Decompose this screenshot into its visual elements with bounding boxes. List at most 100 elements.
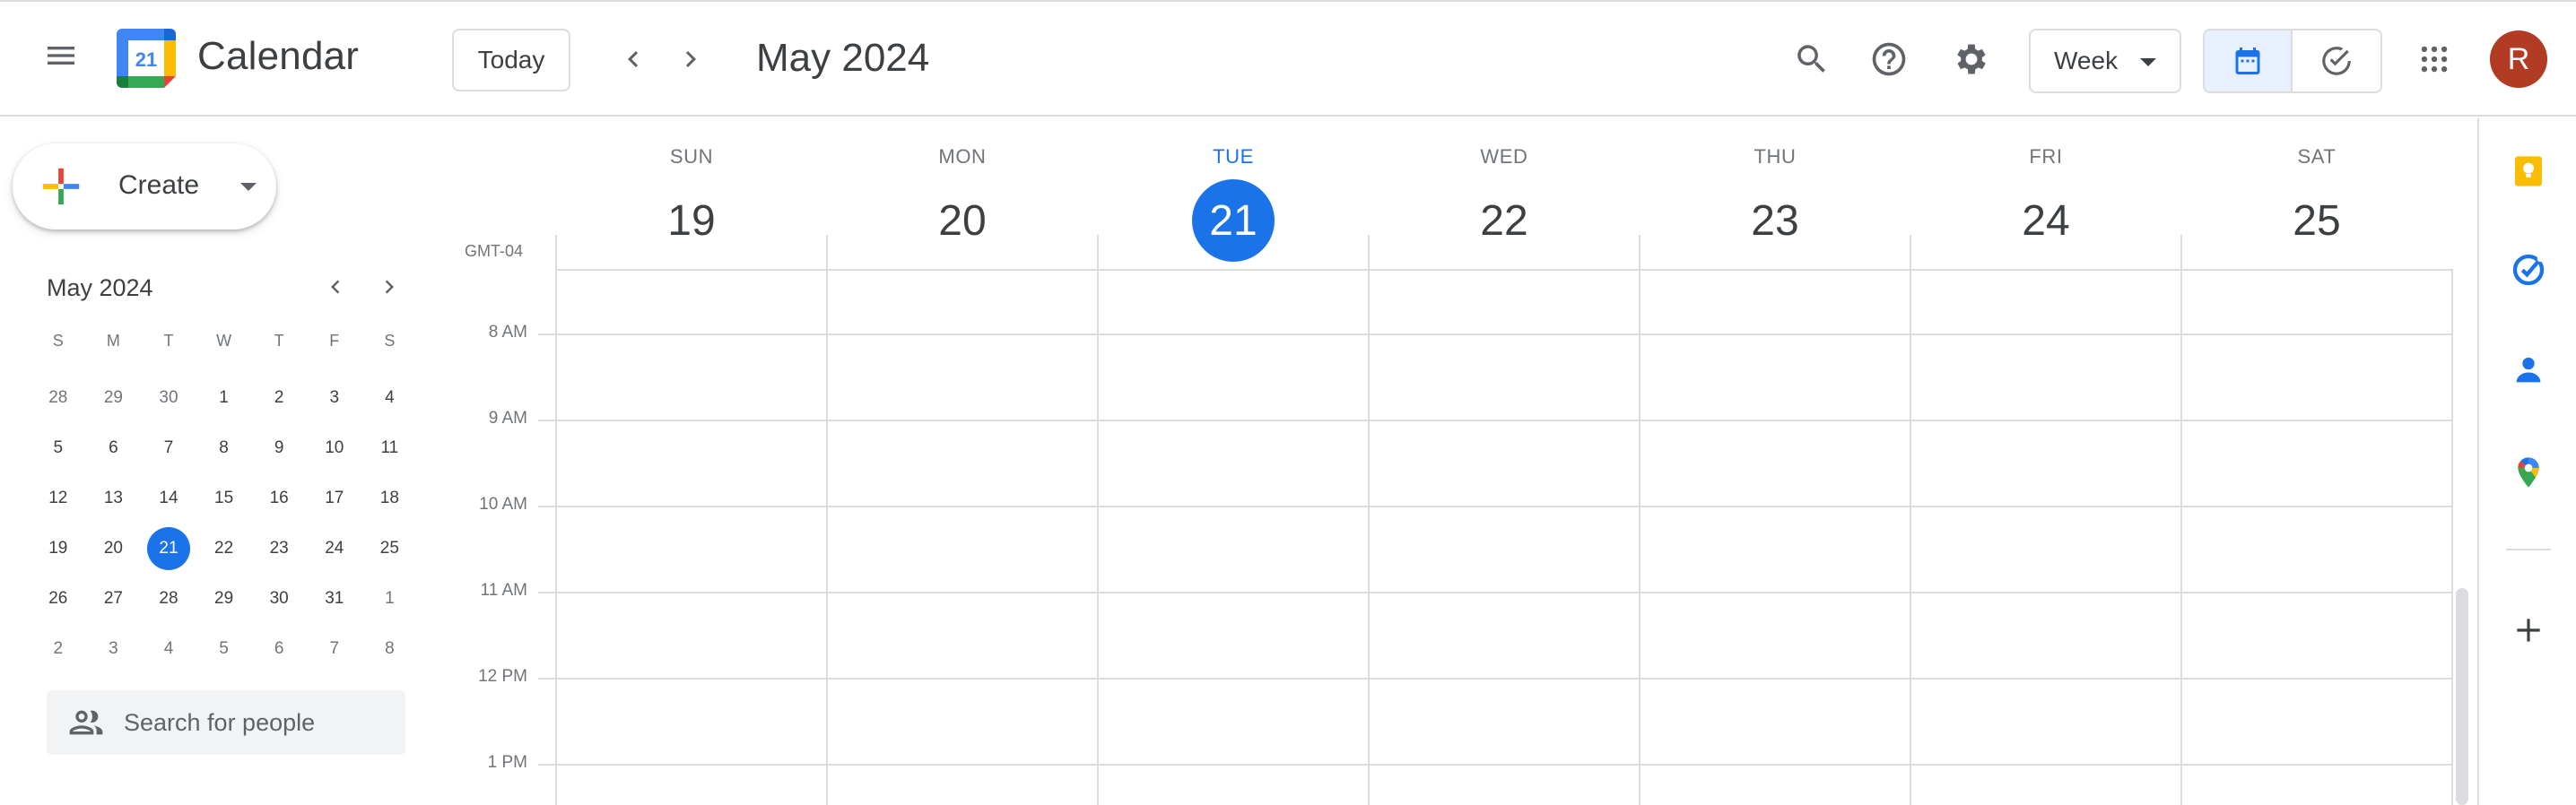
mini-calendar-day[interactable]: 28 xyxy=(141,574,196,624)
mini-calendar-day[interactable]: 1 xyxy=(362,574,418,624)
hour-label: 10 AM xyxy=(479,495,527,514)
hour-gridline xyxy=(538,506,2452,507)
mini-calendar-day[interactable]: 27 xyxy=(86,574,142,624)
mini-calendar-prev-button[interactable] xyxy=(316,267,355,307)
mini-calendar-day[interactable]: 20 xyxy=(86,524,142,574)
mini-calendar-day[interactable]: 14 xyxy=(141,473,196,524)
maps-icon-graphic xyxy=(2518,457,2539,488)
mini-calendar-day[interactable]: 31 xyxy=(307,574,362,624)
mini-calendar-day[interactable]: 12 xyxy=(30,473,86,524)
mini-calendar-day[interactable]: 8 xyxy=(196,423,252,473)
mini-calendar-day[interactable]: 5 xyxy=(196,624,252,674)
chevron-left-icon xyxy=(628,51,639,67)
day-column-divider xyxy=(1097,235,1099,805)
add-addon-icon[interactable] xyxy=(2506,608,2551,653)
mini-calendar-day[interactable]: 30 xyxy=(141,373,196,423)
mini-calendar-weekday: T xyxy=(274,331,284,350)
mini-calendar-day[interactable]: 3 xyxy=(307,373,362,423)
app-title[interactable]: Calendar xyxy=(197,34,359,79)
mini-calendar-day[interactable]: 3 xyxy=(86,624,142,674)
today-date-button[interactable]: 21 xyxy=(1192,179,1275,262)
mini-calendar-day[interactable]: 26 xyxy=(30,574,86,624)
date-button[interactable]: 20 xyxy=(921,179,1004,262)
maps-icon[interactable] xyxy=(2506,450,2551,495)
mini-calendar-weekday: S xyxy=(52,331,64,350)
day-of-week-label: TUE xyxy=(1213,145,1254,168)
day-column-divider xyxy=(2180,235,2182,805)
mini-calendar-day[interactable]: 7 xyxy=(307,624,362,674)
today-button[interactable]: Today xyxy=(452,29,570,91)
mini-calendar-day[interactable]: 10 xyxy=(307,423,362,473)
contacts-icon[interactable] xyxy=(2506,348,2551,393)
mini-calendar-day[interactable]: 1 xyxy=(196,373,252,423)
main-menu-button[interactable] xyxy=(32,27,90,84)
keep-icon-graphic xyxy=(2515,156,2542,186)
date-button[interactable]: 24 xyxy=(2005,179,2087,262)
calendar-tasks-toggle xyxy=(2203,29,2382,93)
day-of-week-label: FRI xyxy=(2029,145,2063,168)
calendar-logo-icon[interactable]: 21 xyxy=(117,29,176,88)
mini-calendar-day[interactable]: 22 xyxy=(196,524,252,574)
mini-calendar-day-number: 28 xyxy=(159,589,178,608)
mini-calendar-day[interactable]: 30 xyxy=(251,574,307,624)
settings-button[interactable] xyxy=(1943,30,2000,88)
caret-down-icon[interactable] xyxy=(240,183,257,191)
mini-calendar-day[interactable]: 17 xyxy=(307,473,362,524)
mini-calendar-day[interactable]: 25 xyxy=(362,524,418,574)
previous-week-button[interactable] xyxy=(605,30,662,88)
mini-calendar-day[interactable]: 19 xyxy=(30,524,86,574)
view-switcher-dropdown[interactable]: Week xyxy=(2029,29,2181,93)
vertical-scrollbar[interactable] xyxy=(2456,588,2468,805)
account-avatar[interactable]: R xyxy=(2490,30,2547,88)
search-button[interactable] xyxy=(1783,30,1841,88)
mini-calendar-day[interactable]: 4 xyxy=(141,624,196,674)
mini-calendar-day[interactable]: 24 xyxy=(307,524,362,574)
check-circle-icon xyxy=(2322,47,2351,75)
calendar-view-toggle[interactable] xyxy=(2205,30,2293,91)
mini-calendar-week-row: 19 20 21 22 23 24 25 xyxy=(30,524,399,574)
day-header-wed: WED 22 xyxy=(1369,145,1640,262)
mini-calendar-day-selected[interactable]: 21 xyxy=(141,524,196,574)
calendar-icon xyxy=(2235,48,2260,74)
mini-calendar-day[interactable]: 5 xyxy=(30,423,86,473)
mini-calendar-week-row: 28 29 30 1 2 3 4 xyxy=(30,373,394,423)
mini-calendar-day[interactable]: 6 xyxy=(86,423,142,473)
mini-calendar-day-number: 18 xyxy=(379,489,399,507)
mini-calendar-day-number: 13 xyxy=(103,489,123,507)
tasks-icon[interactable] xyxy=(2506,247,2551,292)
search-people-input[interactable] xyxy=(124,690,393,755)
mini-calendar-day[interactable]: 2 xyxy=(30,624,86,674)
mini-calendar-day[interactable]: 13 xyxy=(86,473,142,524)
mini-calendar-day[interactable]: 16 xyxy=(251,473,307,524)
date-button[interactable]: 25 xyxy=(2276,179,2358,262)
mini-calendar-day[interactable]: 15 xyxy=(196,473,252,524)
date-button[interactable]: 23 xyxy=(1734,179,1816,262)
mini-calendar-day[interactable]: 4 xyxy=(362,373,418,423)
mini-calendar-day[interactable]: 18 xyxy=(362,473,418,524)
mini-calendar-day[interactable]: 11 xyxy=(362,423,418,473)
hamburger-menu-icon xyxy=(48,47,74,65)
mini-calendar-day-number: 2 xyxy=(274,388,284,407)
mini-calendar-day[interactable]: 7 xyxy=(141,423,196,473)
support-button[interactable] xyxy=(1860,30,1918,88)
mini-calendar-day[interactable]: 8 xyxy=(362,624,418,674)
mini-calendar-day[interactable]: 6 xyxy=(251,624,307,674)
create-button[interactable]: Create xyxy=(13,143,276,229)
date-button[interactable]: 19 xyxy=(650,179,733,262)
next-week-button[interactable] xyxy=(662,30,719,88)
day-header-tue: TUE 21 xyxy=(1098,145,1369,262)
mini-calendar-day-number: 7 xyxy=(163,438,174,457)
keep-icon[interactable] xyxy=(2506,149,2551,194)
mini-calendar-day[interactable]: 29 xyxy=(196,574,252,624)
date-button[interactable]: 22 xyxy=(1463,179,1545,262)
google-apps-button[interactable] xyxy=(2406,30,2463,88)
mini-calendar-next-button[interactable] xyxy=(370,267,409,307)
tasks-view-toggle[interactable] xyxy=(2293,30,2380,91)
mini-calendar-day-number: 15 xyxy=(214,489,234,507)
mini-calendar-day-number: 3 xyxy=(109,639,118,658)
mini-calendar-day[interactable]: 23 xyxy=(251,524,307,574)
mini-calendar-day[interactable]: 29 xyxy=(86,373,142,423)
mini-calendar-day[interactable]: 2 xyxy=(251,373,307,423)
mini-calendar-day[interactable]: 28 xyxy=(30,373,86,423)
mini-calendar-day[interactable]: 9 xyxy=(251,423,307,473)
